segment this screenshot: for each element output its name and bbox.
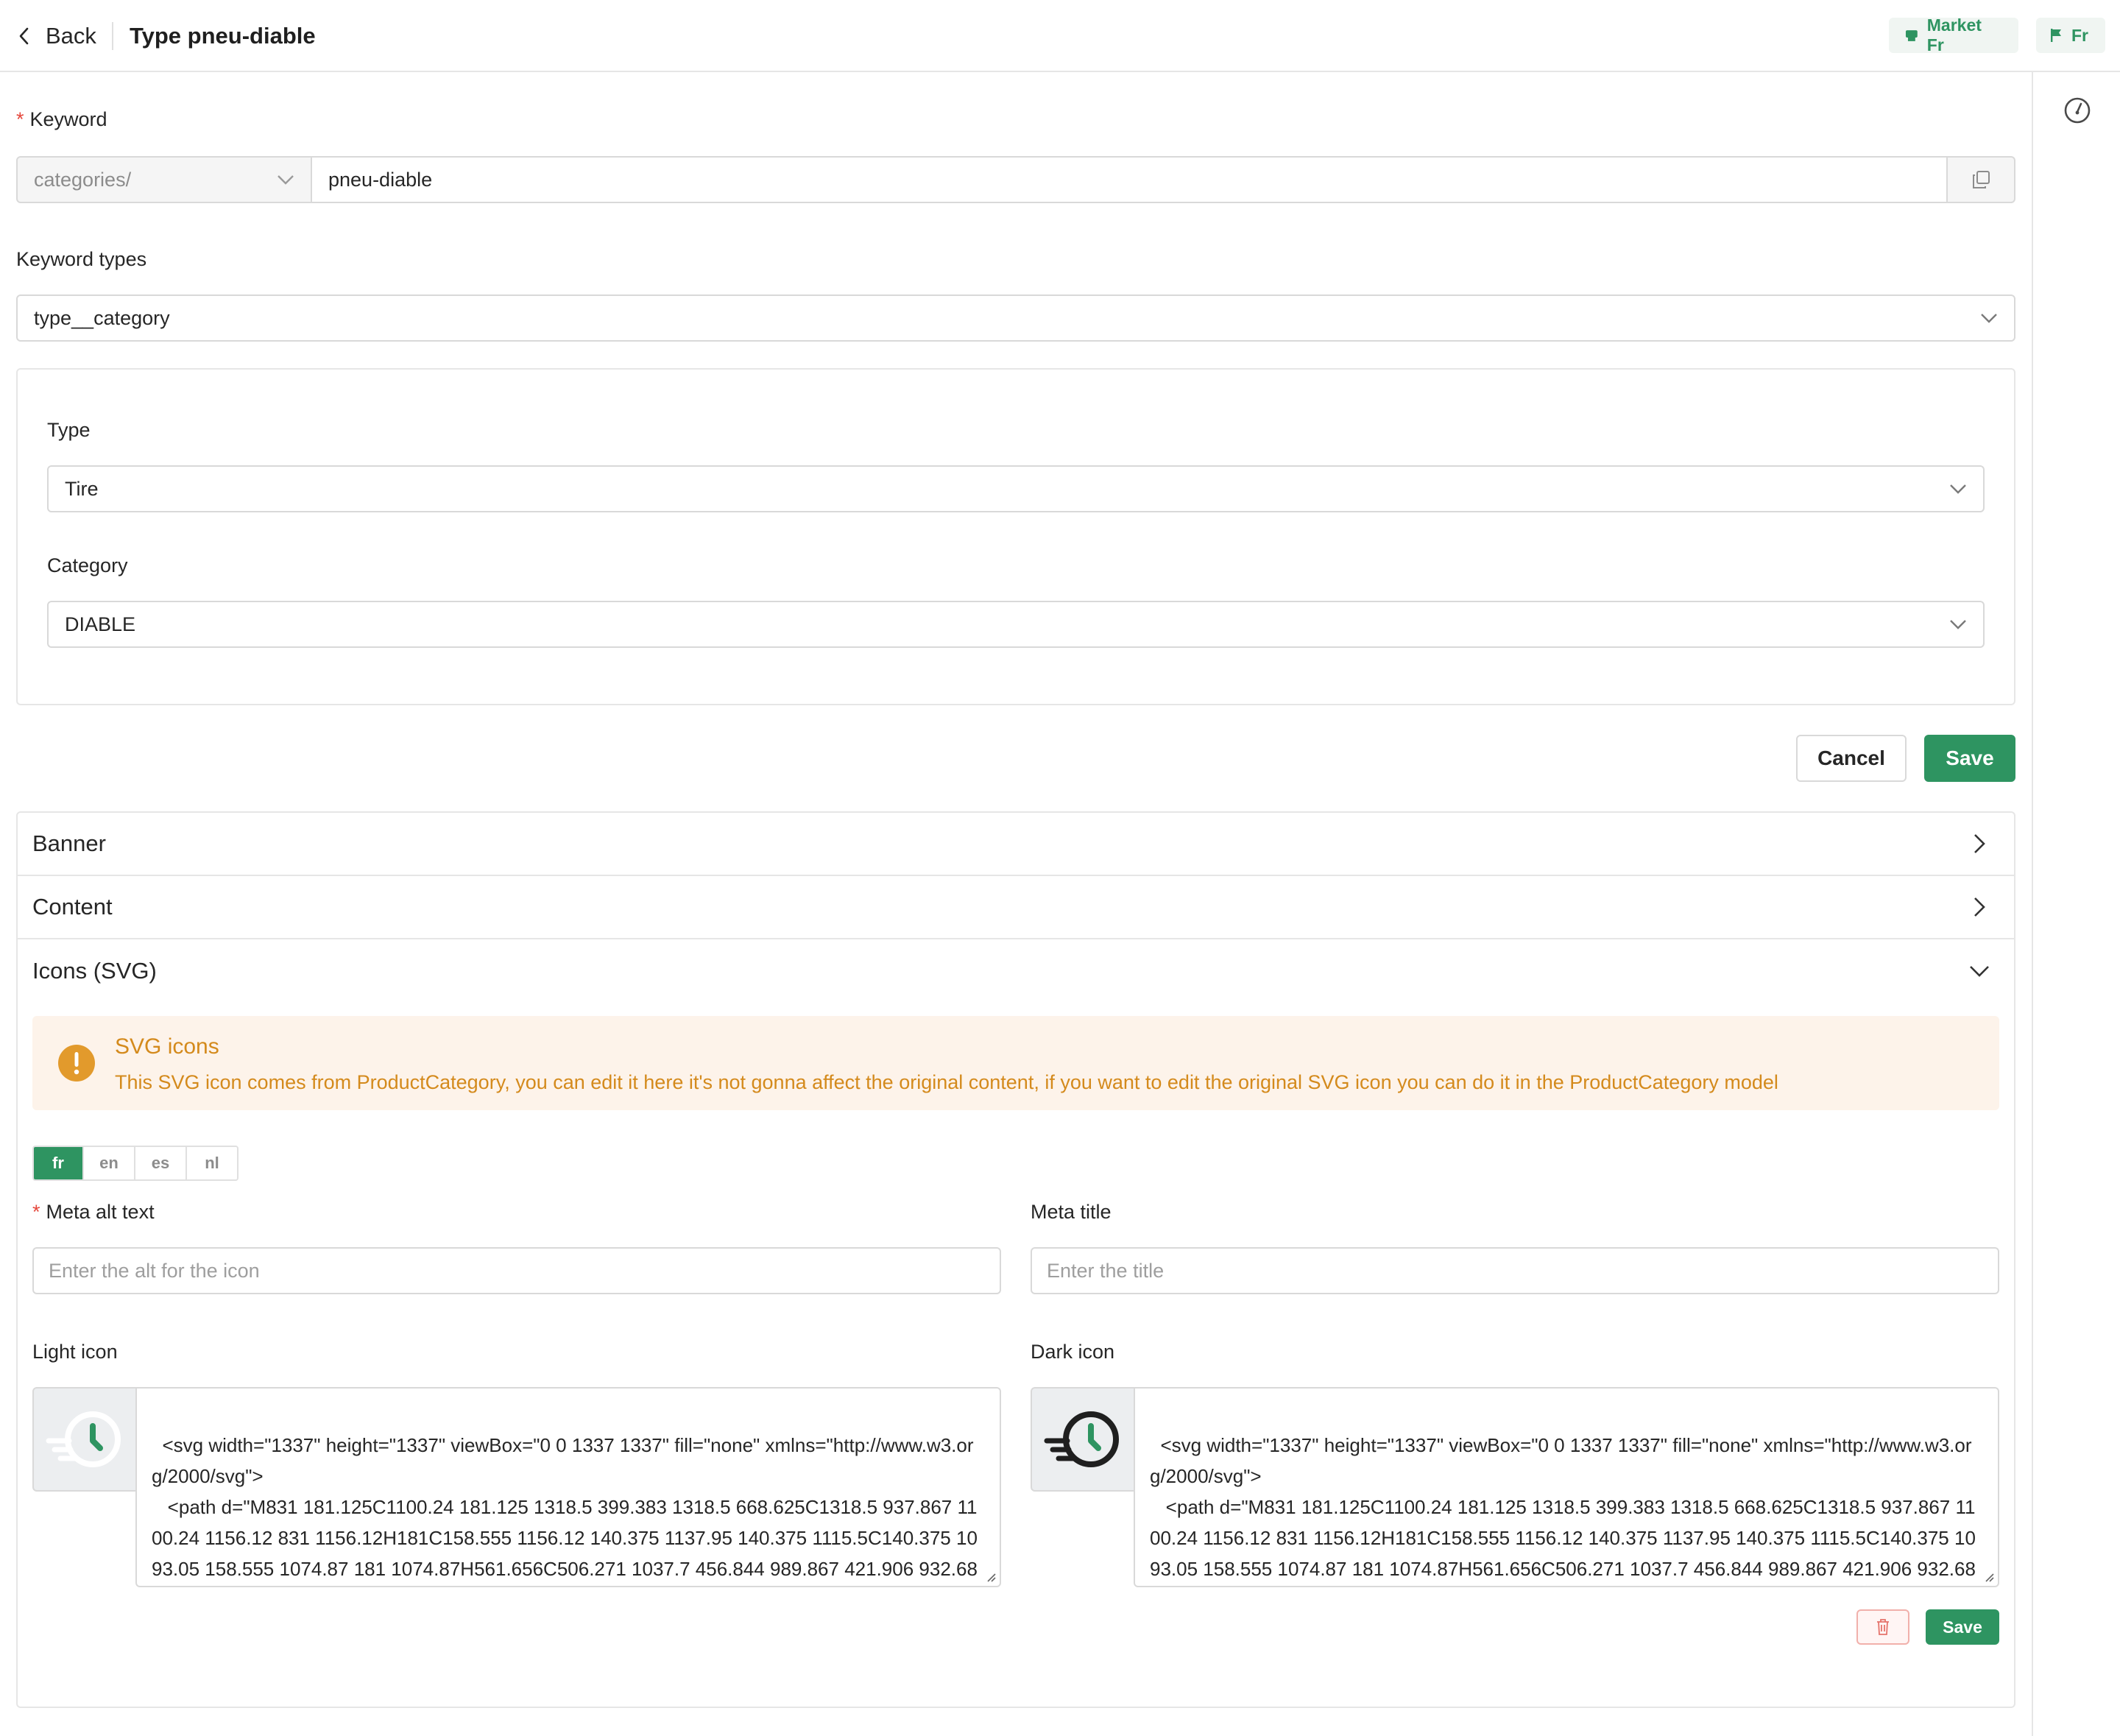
top-header: Back Type pneu-diable Market Fr Fr xyxy=(0,0,2120,72)
back-button[interactable]: Back xyxy=(16,19,96,53)
keyword-value: pneu-diable xyxy=(328,168,433,191)
type-label: Type xyxy=(47,419,91,441)
market-label: Market Fr xyxy=(1926,15,1982,54)
keyword-types-label: Keyword types xyxy=(16,248,147,270)
keyword-label: * Keyword xyxy=(16,108,107,130)
type-category-panel xyxy=(16,368,2015,705)
alert-text: This SVG icon comes from ProductCategory… xyxy=(115,1071,1778,1093)
cancel-button[interactable]: Cancel xyxy=(1796,735,1907,782)
lang-tab-nl[interactable]: nl xyxy=(186,1147,237,1179)
type-value: Tire xyxy=(65,477,99,500)
lang-tab-fr[interactable]: fr xyxy=(34,1147,82,1179)
keyword-prefix-value: categories/ xyxy=(34,168,132,191)
type-select[interactable]: Tire xyxy=(47,465,1985,512)
delete-icon-button[interactable] xyxy=(1856,1609,1909,1645)
keyword-input[interactable]: pneu-diable xyxy=(311,156,1949,203)
required-asterisk: * xyxy=(16,108,24,130)
alert-title: SVG icons xyxy=(115,1034,219,1059)
category-label: Category xyxy=(47,554,128,576)
chevron-right-icon xyxy=(1974,834,1985,853)
language-tabs: fr en es nl xyxy=(32,1146,239,1181)
dark-icon-preview xyxy=(1031,1387,1135,1492)
language-label: Fr xyxy=(2071,25,2088,45)
fast-clock-icon xyxy=(1044,1411,1119,1467)
lang-tab-es[interactable]: es xyxy=(134,1147,186,1179)
right-rail-divider xyxy=(2032,72,2033,1736)
header-divider xyxy=(112,22,113,50)
save-button[interactable]: Save xyxy=(1924,735,2015,782)
chevron-down-icon xyxy=(1950,620,1966,629)
light-icon-code-textarea[interactable]: <svg width="1337" height="1337" viewBox=… xyxy=(135,1387,1001,1587)
copy-icon xyxy=(1973,171,1990,188)
light-icon-code: <svg width="1337" height="1337" viewBox=… xyxy=(152,1434,978,1580)
light-icon-label: Light icon xyxy=(32,1341,118,1363)
accordion-content[interactable]: Content xyxy=(18,876,2014,939)
svg-icons-alert: SVG icons This SVG icon comes from Produ… xyxy=(32,1016,1999,1110)
meta-alt-input[interactable] xyxy=(32,1247,1001,1294)
dark-icon-code-textarea[interactable]: <svg width="1337" height="1337" viewBox=… xyxy=(1134,1387,1999,1587)
dark-icon-code: <svg width="1337" height="1337" viewBox=… xyxy=(1150,1434,1976,1580)
chevron-right-icon xyxy=(1974,897,1985,917)
accordion-icons[interactable]: Icons (SVG) xyxy=(18,939,2014,1003)
lang-tab-en[interactable]: en xyxy=(82,1147,134,1179)
category-value: DIABLE xyxy=(65,613,136,635)
speedometer-icon[interactable] xyxy=(2063,96,2092,125)
chevron-down-icon xyxy=(278,175,294,185)
accordion-banner-title: Banner xyxy=(32,830,106,856)
chevron-left-icon xyxy=(19,27,29,45)
chevron-down-icon xyxy=(1950,484,1966,494)
accordion-icons-title: Icons (SVG) xyxy=(32,958,157,984)
keyword-types-value: type__category xyxy=(34,306,170,329)
required-asterisk: * xyxy=(32,1201,40,1223)
flag-icon xyxy=(2051,29,2061,42)
back-label: Back xyxy=(46,23,96,49)
chevron-down-icon xyxy=(1970,966,1989,977)
keyword-types-select[interactable]: type__category xyxy=(16,294,2015,342)
fast-clock-icon xyxy=(46,1411,121,1467)
accordion-banner[interactable]: Banner xyxy=(18,813,2014,876)
save-icons-button[interactable]: Save xyxy=(1926,1609,1999,1645)
trash-icon xyxy=(1877,1619,1889,1635)
page-title: Type pneu-diable xyxy=(130,23,316,49)
language-button[interactable]: Fr xyxy=(2036,18,2105,53)
meta-alt-label: * Meta alt text xyxy=(32,1201,155,1223)
resize-handle-icon[interactable] xyxy=(1983,1571,1995,1583)
meta-title-input[interactable] xyxy=(1031,1247,1999,1294)
copy-keyword-button[interactable] xyxy=(1946,156,2015,203)
light-icon-preview xyxy=(32,1387,137,1492)
resize-handle-icon[interactable] xyxy=(985,1571,997,1583)
accordion-content-title: Content xyxy=(32,894,113,920)
category-select[interactable]: DIABLE xyxy=(47,601,1985,648)
store-icon xyxy=(1905,30,1918,41)
exclamation-icon xyxy=(58,1045,95,1082)
keyword-prefix-select[interactable]: categories/ xyxy=(16,156,312,203)
dark-icon-label: Dark icon xyxy=(1031,1341,1115,1363)
meta-title-label: Meta title xyxy=(1031,1201,1112,1223)
chevron-down-icon xyxy=(1981,314,1997,323)
market-button[interactable]: Market Fr xyxy=(1889,15,2018,54)
